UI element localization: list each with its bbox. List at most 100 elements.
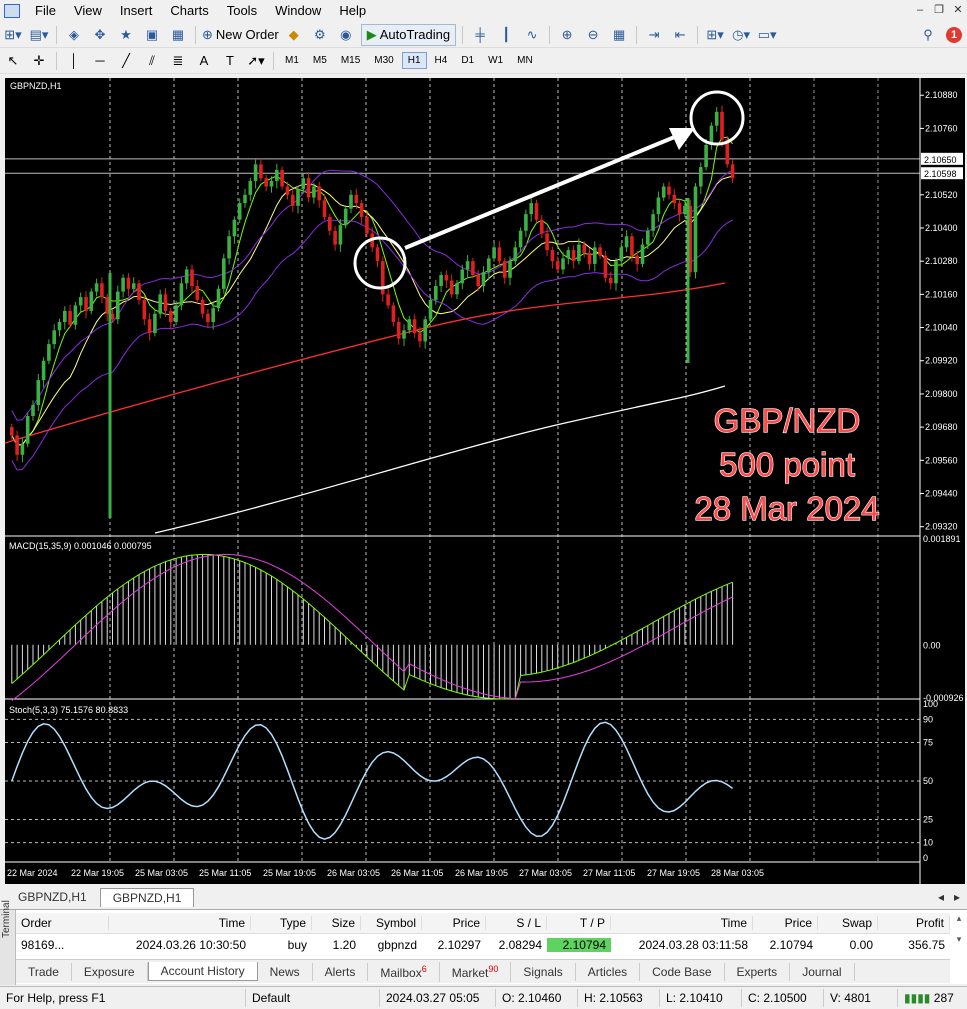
cursor-icon[interactable]: ↖ [2,50,24,72]
column-header[interactable]: Price [753,916,818,930]
candle-body [608,277,613,284]
arrows-icon[interactable]: ➚▾ [245,50,267,72]
timeframe-h4[interactable]: H4 [429,52,454,69]
data-window-icon[interactable]: ✥ [89,24,111,46]
column-header[interactable]: Time [109,916,251,930]
price-tick-label: 2.09440 [925,489,958,499]
bar-chart-icon[interactable]: ╪ [469,24,491,46]
new-chart-icon[interactable]: ⊞▾ [2,24,24,46]
new-order-button[interactable]: ⊕ New Order [202,24,279,46]
line-chart-icon[interactable]: ∿ [521,24,543,46]
terminal-tab[interactable]: News [258,962,313,981]
time-tick-label: 26 Mar 03:05 [327,868,380,878]
time-tick-label: 22 Mar 19:05 [71,868,124,878]
notifications-button[interactable]: 1 [943,24,965,46]
autotrading-button[interactable]: ▶ AutoTrading [360,23,457,46]
text-icon[interactable]: A [193,50,215,72]
navigator-icon[interactable]: ★ [115,24,137,46]
terminal-tab[interactable]: Market90 [440,961,512,982]
terminal-tab[interactable]: Exposure [72,962,148,981]
menu-tools[interactable]: Tools [218,0,266,22]
timeframe-w1[interactable]: W1 [482,52,509,69]
candle-body [624,236,629,248]
minimize-icon[interactable]: – [913,3,927,17]
menu-window[interactable]: Window [266,0,330,22]
restore-icon[interactable]: ❐ [932,3,946,17]
autoscroll-icon[interactable]: ⇤ [669,24,691,46]
vertical-line-icon[interactable]: │ [63,50,85,72]
equidistant-channel-icon[interactable]: ⫽ [141,50,163,72]
tab-scroll-left-icon[interactable]: ◂ [933,887,949,907]
chart-tab[interactable]: GBPNZD,H1 [5,887,100,907]
terminal-tab[interactable]: Code Base [640,962,725,981]
timeframe-m5[interactable]: M5 [307,52,333,69]
zoom-out-icon[interactable]: ⊖ [582,24,604,46]
candlestick-icon[interactable]: ┃ [495,24,517,46]
column-header[interactable]: S / L [486,916,547,930]
market-watch-icon[interactable]: ◈ [63,24,85,46]
timeframe-mn[interactable]: MN [511,52,539,69]
terminal-tab[interactable]: Account History [147,962,258,981]
candle-body [222,258,226,289]
terminal-side-label[interactable]: Terminal [0,900,16,985]
timeframe-h1[interactable]: H1 [401,52,427,69]
chart-window[interactable]: 2.10880 2.10760 2.10650 2.10598 2.10520 2.104… [5,78,965,884]
menu-help[interactable]: Help [330,0,375,22]
column-header[interactable]: Type [251,916,312,930]
timeframe-m1[interactable]: M1 [279,52,305,69]
candle-body [434,286,438,300]
close-icon[interactable]: ✕ [951,3,965,17]
candle-body [47,344,51,361]
column-header[interactable]: Price [422,916,486,930]
profiles-icon[interactable]: ▤▾ [28,24,50,46]
text-label-icon[interactable]: T [219,50,241,72]
price-chart[interactable]: 2.10880 2.10760 2.10650 2.10598 2.10520 2.104… [5,78,965,884]
terminal-tab[interactable]: Trade [16,962,72,981]
tab-scroll-right-icon[interactable]: ▸ [949,887,965,907]
search-icon[interactable]: ⚲ [917,24,939,46]
column-header[interactable]: Symbol [361,916,422,930]
terminal-tab[interactable]: Articles [576,962,641,981]
table-row[interactable]: 98169... 2024.03.26 10:30:50 buy 1.20 gbpnzd… [16,934,950,955]
fibonacci-icon[interactable]: ≣ [167,50,189,72]
options-icon[interactable]: ⚙ [309,24,331,46]
zoom-in-icon[interactable]: ⊕ [556,24,578,46]
column-header[interactable]: Size [312,916,361,930]
candle-body [147,319,152,334]
candle-body [264,178,268,187]
indicators-icon[interactable]: ⊞▾ [704,24,726,46]
terminal-tab[interactable]: Experts [725,962,791,981]
chart-shift-icon[interactable]: ⇥ [643,24,665,46]
candle-body [534,203,539,220]
periods-icon[interactable]: ◷▾ [730,24,752,46]
timeframe-m15[interactable]: M15 [335,52,366,69]
menu-insert[interactable]: Insert [111,0,162,22]
column-header[interactable]: Swap [818,916,878,930]
timeframe-d1[interactable]: D1 [455,52,480,69]
terminal-scrollbar[interactable]: ▴ ▾ [953,913,965,959]
menu-view[interactable]: View [65,0,111,22]
signals-icon[interactable]: ◉ [335,24,357,46]
menu-file[interactable]: File [26,0,65,22]
column-header[interactable]: Order [16,916,109,930]
menu-charts[interactable]: Charts [161,0,217,22]
strategy-tester-icon[interactable]: ▦ [167,24,189,46]
timeframe-m30[interactable]: M30 [368,52,399,69]
terminal-tab[interactable]: Journal [790,962,855,981]
chart-tab-active[interactable]: GBPNZD,H1 [99,888,195,907]
terminal-icon[interactable]: ▣ [141,24,163,46]
terminal-tab[interactable]: Signals [511,962,576,981]
metaeditor-icon[interactable]: ◆ [283,24,305,46]
tile-windows-icon[interactable]: ▦ [608,24,630,46]
templates-icon[interactable]: ▭▾ [756,24,778,46]
candle-body [179,283,184,306]
column-header[interactable]: T / P [547,916,611,930]
trendline-icon[interactable]: ╱ [115,50,137,72]
column-header[interactable]: Profit [878,916,950,930]
column-header[interactable]: Time [611,916,753,930]
terminal-tab[interactable]: Alerts [313,962,369,981]
crosshair-icon[interactable]: ✛ [28,50,50,72]
horizontal-line-icon[interactable]: ─ [89,50,111,72]
terminal-tab[interactable]: Mailbox6 [368,961,440,982]
table-cell: 356.75 [908,937,945,952]
